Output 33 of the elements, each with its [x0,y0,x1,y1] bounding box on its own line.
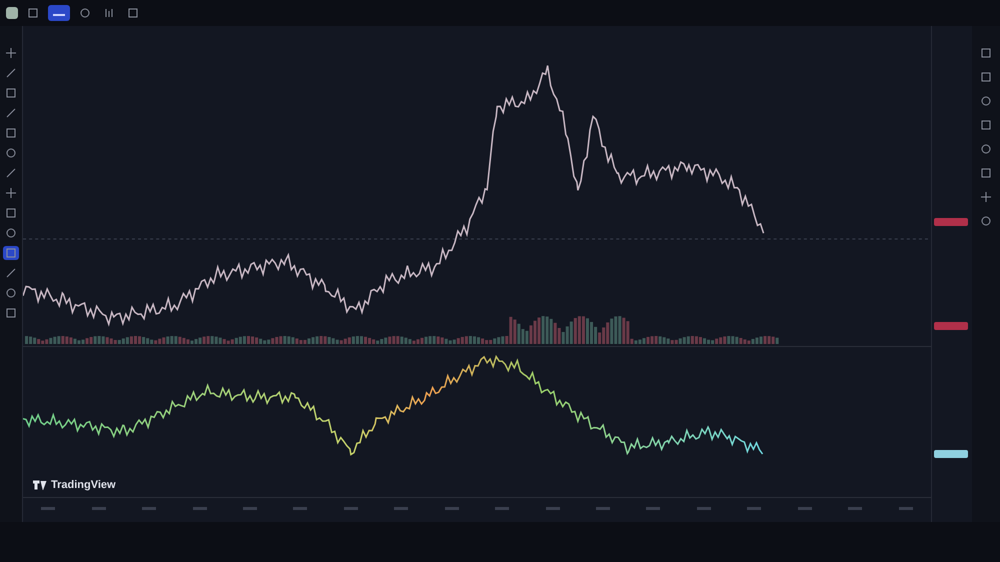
app-icon[interactable] [6,7,18,19]
toolbar-button[interactable] [48,5,70,21]
axis-tick [798,506,812,510]
axis-tick [444,506,459,510]
logo-text: TradingView [51,479,116,491]
bars-icon [104,8,114,18]
axis-tick [192,506,207,510]
side-button[interactable] [978,190,994,204]
axis-tick [394,506,408,510]
axis-tick [898,506,913,510]
tool-button[interactable] [3,246,19,260]
price-tag [934,450,968,458]
axis-tick [848,506,862,510]
axis-tick [546,506,560,510]
axis-tick [596,506,610,510]
axis-tick [646,506,660,510]
circle-icon [80,8,90,18]
price-tag [934,322,968,330]
axis-tick [142,506,156,510]
axis-tick [242,506,257,510]
axis-tick [41,506,56,510]
square-icon [128,8,138,18]
axis-tick [495,506,510,510]
logo-icon [33,480,47,490]
tool-button[interactable] [3,46,19,60]
axis-tick [293,506,308,510]
axis-tick [696,506,711,510]
square-icon [28,8,38,18]
axis-tick [344,506,358,510]
axis-tick [747,506,762,510]
price-tag [934,218,968,226]
tool-button[interactable] [3,186,19,200]
axis-tick [92,506,106,510]
